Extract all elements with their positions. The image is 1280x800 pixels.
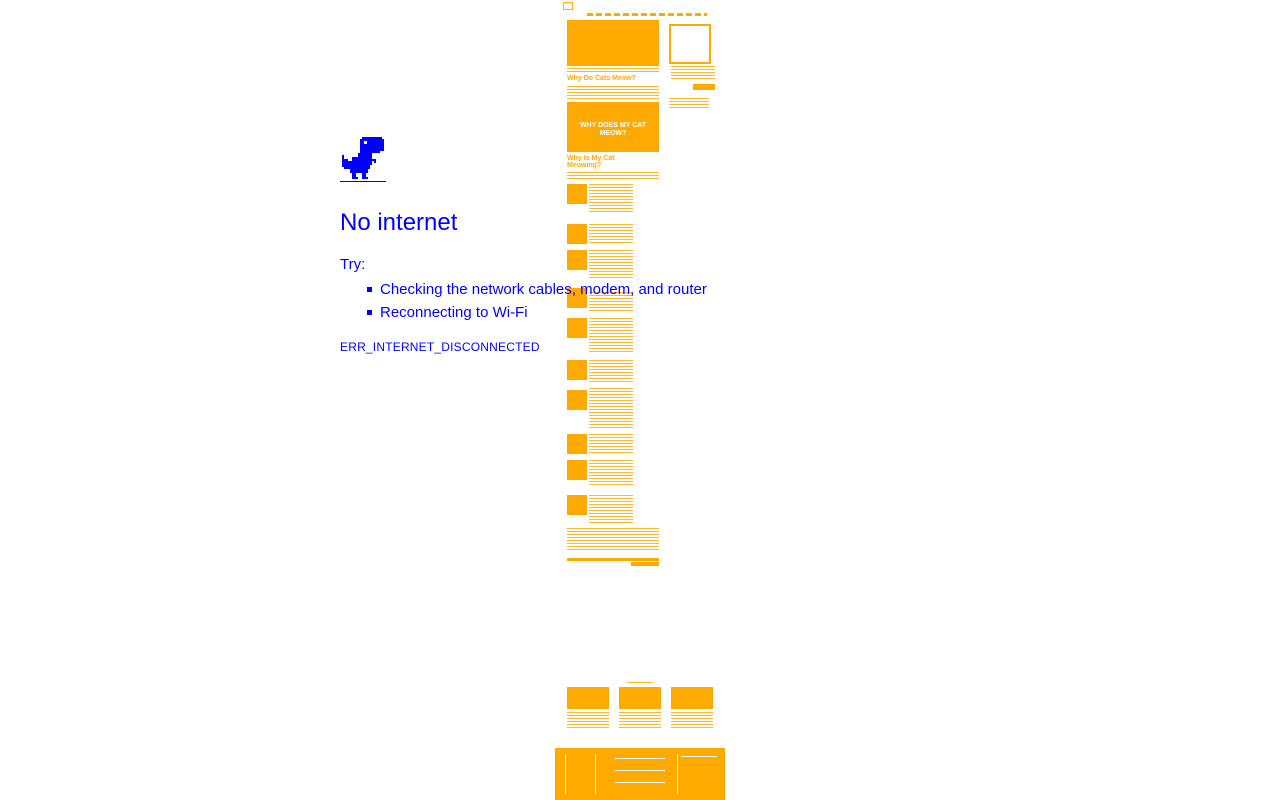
article-paragraph (567, 528, 659, 550)
error-content: No internet Try: Checking the network ca… (340, 0, 760, 400)
list-thumb (567, 460, 587, 480)
related-caption (567, 712, 609, 728)
bullet-icon (367, 287, 372, 292)
related-thumb (671, 687, 713, 709)
bullet-icon (367, 310, 372, 315)
try-label: Try: (340, 256, 366, 273)
browser-viewport: Why Do Cats Meow? WHY DOES MY CAT MEOW? … (0, 0, 1280, 800)
list-text (589, 495, 633, 523)
list-text (589, 460, 633, 486)
related-caption (619, 712, 661, 728)
article-divider (567, 558, 659, 561)
related-caption (671, 712, 713, 728)
related-thumb (619, 687, 661, 709)
related-heading (627, 682, 653, 685)
page-title: No internet (340, 209, 458, 236)
list-thumb (567, 495, 587, 515)
suggestion-text[interactable]: Reconnecting to Wi-Fi (380, 304, 528, 321)
site-footer (555, 748, 725, 800)
error-code: ERR_INTERNET_DISCONNECTED (340, 340, 540, 354)
list-item[interactable]: Reconnecting to Wi-Fi (340, 301, 707, 324)
article-link (631, 562, 659, 566)
list-text (589, 434, 633, 454)
list-item: Checking the network cables, modem, and … (340, 278, 707, 301)
related-thumb (567, 687, 609, 709)
suggestion-list: Checking the network cables, modem, and … (340, 278, 707, 324)
list-thumb (567, 434, 587, 454)
suggestion-text: Checking the network cables, modem, and … (380, 281, 707, 298)
